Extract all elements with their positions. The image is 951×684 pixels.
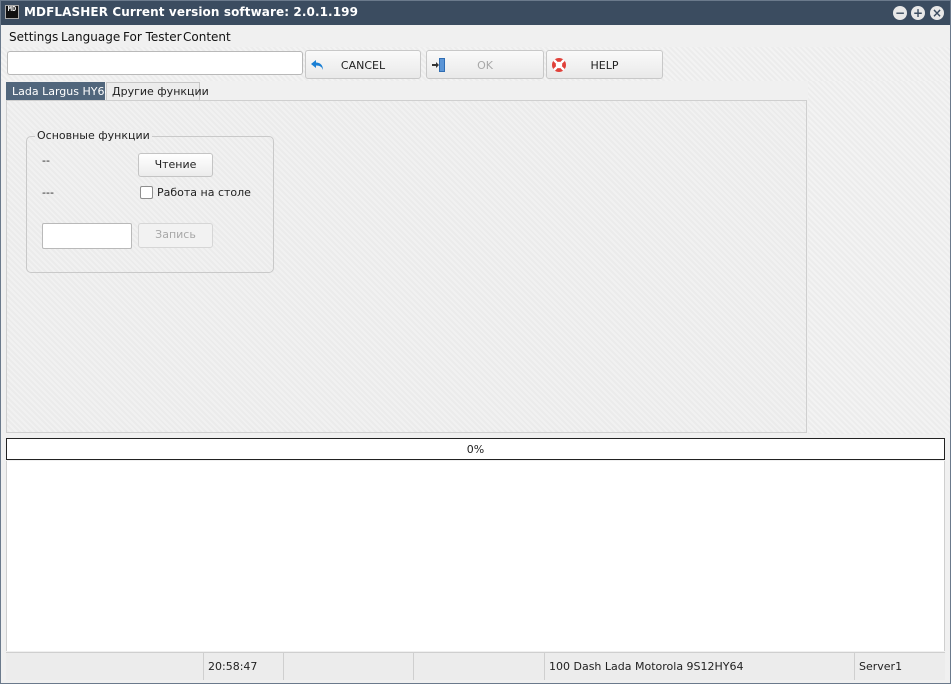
app-logo-icon: MD — [5, 5, 19, 19]
close-icon[interactable]: × — [930, 6, 944, 20]
group-title: Основные функции — [35, 129, 152, 142]
row2-label: --- — [42, 186, 54, 199]
main-functions-group: Основные функции -- Чтение --- Работа на… — [26, 129, 274, 273]
app-logo-text: MD — [7, 5, 17, 13]
status-time: 20:58:47 — [204, 653, 284, 680]
toolbar: CANCEL OK HELP — [1, 47, 950, 81]
write-button[interactable]: Запись — [138, 223, 213, 248]
maximize-icon[interactable]: + — [911, 6, 925, 20]
tab-content-panel: Основные функции -- Чтение --- Работа на… — [6, 100, 807, 433]
app-name: MDFLASHER — [24, 5, 109, 19]
cancel-label: CANCEL — [340, 59, 386, 72]
help-label: HELP — [590, 59, 619, 72]
ok-label: OK — [477, 59, 493, 72]
status-device: 100 Dash Lada Motorola 9S12HY64 — [545, 653, 855, 680]
status-bar: 20:58:47 100 Dash Lada Motorola 9S12HY64… — [6, 652, 945, 680]
help-button[interactable]: HELP — [546, 50, 663, 79]
menu-for-tester[interactable]: For Tester — [123, 30, 182, 44]
bench-checkbox[interactable] — [140, 186, 153, 199]
status-cell-4 — [414, 653, 545, 680]
menu-bar: Settings Language For Tester Content — [1, 25, 950, 47]
main-window: MD MDFLASHER Current version software: 2… — [0, 0, 951, 684]
status-cell-1 — [6, 653, 204, 680]
right-empty-pane — [808, 81, 950, 434]
menu-content[interactable]: Content — [183, 30, 231, 44]
tab-other-functions[interactable]: Другие функции — [106, 82, 209, 100]
minimize-icon[interactable]: − — [893, 6, 907, 20]
window-title: MDFLASHER Current version software: 2.0.… — [24, 5, 358, 19]
toolbar-input[interactable] — [7, 51, 303, 75]
read-button[interactable]: Чтение — [138, 153, 213, 177]
write-value-input[interactable] — [42, 223, 132, 249]
menu-language[interactable]: Language — [61, 30, 120, 44]
cancel-button[interactable]: CANCEL — [305, 50, 421, 79]
tab-lada-largus[interactable]: Lada Largus HY64 — [6, 82, 111, 100]
bench-checkbox-label[interactable]: Работа на столе — [157, 186, 251, 199]
progress-bar: 0% — [6, 438, 945, 460]
progress-text: 0% — [466, 443, 485, 456]
log-output-area[interactable] — [6, 461, 945, 651]
status-cell-3 — [284, 653, 414, 680]
ok-button[interactable]: OK — [426, 50, 544, 79]
title-bar[interactable]: MD MDFLASHER Current version software: 2… — [1, 1, 950, 25]
row1-label: -- — [42, 154, 50, 167]
version-text: Current version software: 2.0.1.199 — [112, 5, 359, 19]
menu-settings[interactable]: Settings — [9, 30, 58, 44]
status-server: Server1 — [859, 660, 903, 673]
